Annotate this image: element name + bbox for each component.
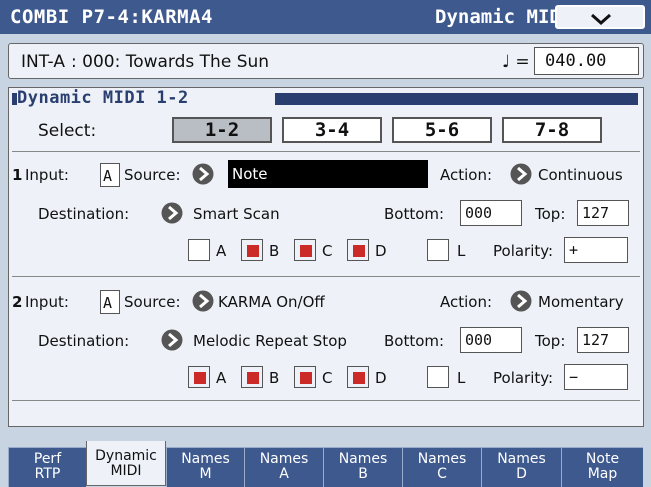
tab-line2: A xyxy=(279,466,289,482)
entry-2-action-value[interactable]: Momentary xyxy=(538,293,624,311)
entry-2-destination-label: Destination: xyxy=(38,332,130,350)
entry-1-checkbox-d-label: D xyxy=(375,242,387,260)
entry-1-checkbox-c-label: C xyxy=(322,242,333,260)
tab-line1: Dynamic xyxy=(95,448,157,464)
entry-1-checkbox-b-label: B xyxy=(269,242,280,260)
tab-names-d[interactable]: Names D xyxy=(481,447,561,487)
entry-1-source-arrow-icon[interactable] xyxy=(192,163,214,185)
entry-1-action-arrow-icon[interactable] xyxy=(510,163,532,185)
select-button-7-8[interactable]: 7-8 xyxy=(502,117,602,143)
tempo-label: ♩ = xyxy=(502,52,530,72)
entry-2-number: 2 xyxy=(12,293,23,311)
entry-1-top-field[interactable]: 127 xyxy=(577,200,629,226)
tab-names-c[interactable]: Names C xyxy=(402,447,481,487)
entry-1-polarity-label: Polarity: xyxy=(493,242,554,260)
entry-2-source-value[interactable]: KARMA On/Off xyxy=(218,293,325,311)
entry-1-checkbox-l-label: L xyxy=(457,242,466,260)
entry-1-action-value[interactable]: Continuous xyxy=(538,166,623,184)
entry-2-action-arrow-icon[interactable] xyxy=(510,290,532,312)
divider xyxy=(12,400,640,401)
entry-2-checkbox-d[interactable] xyxy=(347,366,369,388)
entry-2-checkbox-a[interactable] xyxy=(188,366,210,388)
entry-2-source-label: Source: xyxy=(124,293,181,311)
entry-1-checkbox-a[interactable] xyxy=(188,239,210,261)
entry-2-checkbox-c-label: C xyxy=(322,369,333,387)
program-info-bar: INT-A : 000: Towards The Sun ♩ = 040.00 xyxy=(8,43,644,79)
entry-1-source-label: Source: xyxy=(124,166,181,184)
tab-line2: B xyxy=(358,466,368,482)
entry-2-source-arrow-icon[interactable] xyxy=(192,290,214,312)
window-title: COMBI P7-4:KARMA4 xyxy=(10,6,213,28)
program-name[interactable]: : 000: Towards The Sun xyxy=(71,52,269,72)
entry-1-checkbox-a-label: A xyxy=(216,242,227,260)
entry-1-checkbox-l[interactable] xyxy=(427,239,449,261)
entry-1-top-label: Top: xyxy=(535,205,566,223)
tab-line2: Map xyxy=(587,466,618,482)
entry-1-destination-arrow-icon[interactable] xyxy=(161,202,183,224)
entry-2-bottom-label: Bottom: xyxy=(384,332,445,350)
select-button-1-2[interactable]: 1-2 xyxy=(172,117,272,143)
page-title: Dynamic MIDI xyxy=(435,6,573,28)
entry-1-source-field[interactable]: Note xyxy=(228,160,428,188)
tab-line2: RTP xyxy=(34,466,61,482)
entry-1-input-label: Input: xyxy=(25,166,69,184)
entry-2-checkbox-a-label: A xyxy=(216,369,227,387)
entry-2-input-field[interactable]: A xyxy=(100,290,120,314)
tab-line1: Names xyxy=(181,451,230,467)
tab-line2: C xyxy=(437,466,447,482)
entry-2-top-label: Top: xyxy=(535,332,566,350)
entry-1-checkbox-b[interactable] xyxy=(241,239,263,261)
tab-line1: Names xyxy=(338,451,388,467)
tab-line1: Perf xyxy=(33,451,62,467)
tab-line2: D xyxy=(516,466,527,482)
entry-1-checkbox-d[interactable] xyxy=(347,239,369,261)
tab-names-m[interactable]: Names M xyxy=(166,447,244,487)
tab-names-a[interactable]: Names A xyxy=(244,447,323,487)
entry-1-number: 1 xyxy=(12,166,23,184)
entry-2-checkbox-l[interactable] xyxy=(427,366,449,388)
select-button-3-4[interactable]: 3-4 xyxy=(282,117,382,143)
tab-note-map[interactable]: Note Map xyxy=(561,447,643,487)
entry-2-top-field[interactable]: 127 xyxy=(577,327,629,353)
tab-line2: M xyxy=(199,466,212,482)
tab-line1: Names xyxy=(259,451,309,467)
entry-1-action-label: Action: xyxy=(440,166,493,184)
chevron-down-icon xyxy=(591,13,611,25)
divider xyxy=(12,151,640,152)
tab-line2: MIDI xyxy=(110,463,142,479)
entry-1-bottom-field[interactable]: 000 xyxy=(460,200,522,226)
entry-2-bottom-field[interactable]: 000 xyxy=(460,327,522,353)
page-menu-button[interactable] xyxy=(555,5,645,29)
entry-2-checkbox-c[interactable] xyxy=(294,366,316,388)
entry-2-destination-arrow-icon[interactable] xyxy=(161,329,183,351)
entry-2-destination-value[interactable]: Melodic Repeat Stop xyxy=(193,332,347,350)
tab-line1: Names xyxy=(417,451,467,467)
entry-2-checkbox-b[interactable] xyxy=(241,366,263,388)
tab-perf-rtp[interactable]: Perf RTP xyxy=(8,447,86,487)
tab-line1: Names xyxy=(497,451,546,467)
entry-2-input-label: Input: xyxy=(25,293,69,311)
tempo-field[interactable]: 040.00 xyxy=(534,47,639,75)
bank-label: INT-A xyxy=(21,52,65,72)
entry-1-checkbox-c[interactable] xyxy=(294,239,316,261)
entry-1-destination-label: Destination: xyxy=(38,205,130,223)
entry-1-polarity-field[interactable]: + xyxy=(564,237,628,263)
entry-2-polarity-label: Polarity: xyxy=(493,369,554,387)
tab-dynamic-midi[interactable]: Dynamic MIDI xyxy=(86,441,166,486)
entry-1-destination-value[interactable]: Smart Scan xyxy=(193,205,280,223)
section-title: Dynamic MIDI 1-2 xyxy=(17,88,189,108)
entry-1-input-field[interactable]: A xyxy=(100,163,120,187)
entry-2-checkbox-d-label: D xyxy=(375,369,387,387)
entry-2-checkbox-b-label: B xyxy=(269,369,280,387)
select-button-5-6[interactable]: 5-6 xyxy=(392,117,492,143)
entry-1-bottom-label: Bottom: xyxy=(384,205,445,223)
tab-names-b[interactable]: Names B xyxy=(323,447,402,487)
tab-line1: Note xyxy=(585,451,620,467)
select-label: Select: xyxy=(38,121,97,141)
entry-2-polarity-field[interactable]: − xyxy=(564,364,628,390)
entry-2-action-label: Action: xyxy=(440,293,493,311)
divider xyxy=(12,276,640,277)
entry-2-checkbox-l-label: L xyxy=(457,369,466,387)
title-bar: COMBI P7-4:KARMA4 Dynamic MIDI xyxy=(0,0,651,34)
